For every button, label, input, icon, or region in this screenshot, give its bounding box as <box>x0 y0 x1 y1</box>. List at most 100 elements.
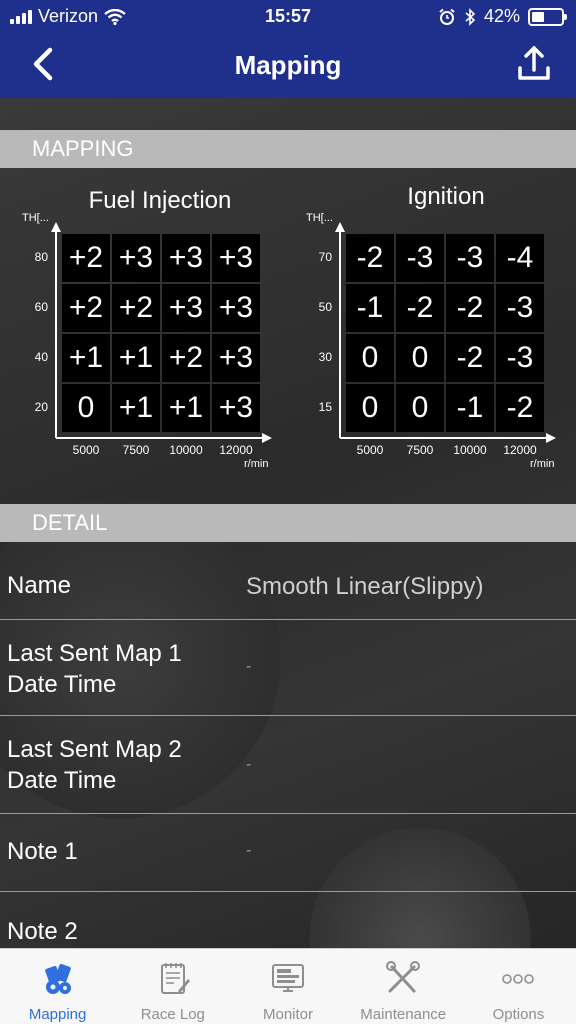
ignition-title: Ignition <box>407 183 485 210</box>
fuel-y-tick: 40 <box>34 350 48 364</box>
fuel-map-cell: +3 <box>212 234 260 282</box>
alarm-icon <box>439 8 455 25</box>
fuel-map-cell: +2 <box>62 284 110 332</box>
tab-race-log-label: Race Log <box>140 1006 205 1023</box>
detail-row-note-2[interactable]: Note 2 <box>0 892 576 948</box>
fuel-map-cell: +2 <box>162 334 210 382</box>
battery-level <box>532 11 544 22</box>
note-2-label: Note 2 <box>7 918 78 945</box>
last-sent-map-2-value: - <box>246 756 252 773</box>
notepad-icon <box>160 963 190 994</box>
page-title: Mapping <box>234 50 342 80</box>
fuel-x-tick: 10000 <box>169 443 203 457</box>
fuel-map-cell: +1 <box>162 384 210 432</box>
last-sent-map-2-label: Last Sent Map 2 <box>7 736 182 763</box>
top-bar: Verizon 15:57 42% Mapping <box>0 0 576 98</box>
ignition-map-cell: -3 <box>446 234 494 282</box>
fuel-x-tick: 5000 <box>72 443 100 457</box>
fuel-x-unit: r/min <box>244 458 269 470</box>
status-bar: Verizon 15:57 42% <box>0 0 576 32</box>
tab-bar: Mapping Race Log Monitor Maintenance Opt… <box>0 948 576 1024</box>
last-sent-map-2-datetime-label: Date Time <box>7 767 117 794</box>
ignition-y-tick: 15 <box>318 400 332 414</box>
tab-maintenance[interactable]: Maintenance <box>346 949 461 1024</box>
ignition-map-cell: -2 <box>446 284 494 332</box>
fuel-map-cell: +1 <box>62 334 110 382</box>
ignition-map-cell: 0 <box>346 334 394 382</box>
fuel-x-tick: 7500 <box>122 443 150 457</box>
fuel-y-tick: 60 <box>34 300 48 314</box>
tab-monitor-label: Monitor <box>262 1006 314 1023</box>
monitor-icon <box>272 964 304 992</box>
ignition-map-cell: 0 <box>396 334 444 382</box>
fuel-y-tick: 80 <box>34 250 48 264</box>
mapping-section-header: MAPPING <box>0 130 576 168</box>
fuel-map-cell: +2 <box>62 234 110 282</box>
tab-maintenance-label: Maintenance <box>360 1006 447 1023</box>
ignition-map-cell: -2 <box>396 284 444 332</box>
ignition-map-cell: -4 <box>496 234 544 282</box>
fuel-map-cell: +2 <box>112 284 160 332</box>
ignition-y-axis-label: TH[... <box>306 212 333 224</box>
fuel-map-cell: +3 <box>212 334 260 382</box>
name-label: Name <box>7 572 72 599</box>
ignition-map-cell: -2 <box>446 334 494 382</box>
tab-mapping[interactable]: Mapping <box>0 949 115 1024</box>
tab-options[interactable]: Options <box>461 949 576 1024</box>
fuel-injection-grid: +2 +3 +3 +3 +2 +2 +3 +3 +1 +1 +2 +3 0 +1 +1 +3 <box>62 234 260 432</box>
detail-row-last-sent-map-1[interactable]: Last Sent Map 1 Date Time - <box>0 620 576 716</box>
fuel-map-cell: +3 <box>212 384 260 432</box>
engine-icon <box>44 963 71 994</box>
ignition-map-cell: 0 <box>346 384 394 432</box>
ignition-y-tick: 30 <box>318 350 332 364</box>
name-value: Smooth Linear(Slippy) <box>246 573 484 600</box>
detail-row-name[interactable]: Name Smooth Linear(Slippy) <box>0 542 576 620</box>
tab-race-log[interactable]: Race Log <box>115 949 230 1024</box>
tab-mapping-label: Mapping <box>28 1006 87 1023</box>
ignition-map-cell: -3 <box>496 334 544 382</box>
ignition-y-tick: 50 <box>318 300 332 314</box>
battery-icon <box>528 7 567 26</box>
fuel-y-tick: 20 <box>34 400 48 414</box>
ignition-y-tick: 70 <box>318 250 332 264</box>
fuel-map-cell: +3 <box>112 234 160 282</box>
fuel-map-cell: +3 <box>162 234 210 282</box>
ignition-map-cell: 0 <box>396 384 444 432</box>
nav-bar: Mapping <box>0 32 576 98</box>
detail-row-note-1[interactable]: Note 1 - <box>0 814 576 892</box>
detail-row-last-sent-map-2[interactable]: Last Sent Map 2 Date Time - <box>0 716 576 814</box>
ignition-x-tick: 5000 <box>356 443 384 457</box>
fuel-map-cell: 0 <box>62 384 110 432</box>
tab-options-label: Options <box>492 1006 545 1023</box>
ignition-x-tick: 10000 <box>453 443 487 457</box>
fuel-map-cell: +1 <box>112 384 160 432</box>
more-icon <box>502 974 535 984</box>
detail-section-header: DETAIL <box>0 504 576 542</box>
ignition-map-cell: -2 <box>346 234 394 282</box>
ignition-map-cell: -1 <box>346 284 394 332</box>
note-1-label: Note 1 <box>7 838 78 865</box>
fuel-y-axis-label: TH[... <box>22 212 49 224</box>
ignition-x-tick: 12000 <box>503 443 537 457</box>
fuel-x-tick: 12000 <box>219 443 253 457</box>
ignition-map-cell: -2 <box>496 384 544 432</box>
fuel-map-cell: +3 <box>162 284 210 332</box>
tab-monitor[interactable]: Monitor <box>230 949 345 1024</box>
tools-icon <box>386 961 421 993</box>
bluetooth-icon <box>465 7 476 26</box>
ignition-x-tick: 7500 <box>406 443 434 457</box>
battery-percent: 42% <box>483 6 520 26</box>
ignition-x-unit: r/min <box>530 458 555 470</box>
fuel-injection-title: Fuel Injection <box>88 187 232 214</box>
share-icon[interactable] <box>514 44 554 84</box>
ignition-map-cell: -3 <box>396 234 444 282</box>
ignition-grid: -2 -3 -3 -4 -1 -2 -2 -3 0 0 -2 -3 0 0 -1 -2 <box>346 234 544 432</box>
last-sent-map-1-label: Last Sent Map 1 <box>7 640 182 667</box>
fuel-map-cell: +1 <box>112 334 160 382</box>
fuel-map-cell: +3 <box>212 284 260 332</box>
note-1-value: - <box>246 842 252 859</box>
last-sent-map-1-value: - <box>246 658 252 675</box>
ignition-map-cell: -3 <box>496 284 544 332</box>
ignition-map-cell: -1 <box>446 384 494 432</box>
last-sent-map-1-datetime-label: Date Time <box>7 671 117 698</box>
